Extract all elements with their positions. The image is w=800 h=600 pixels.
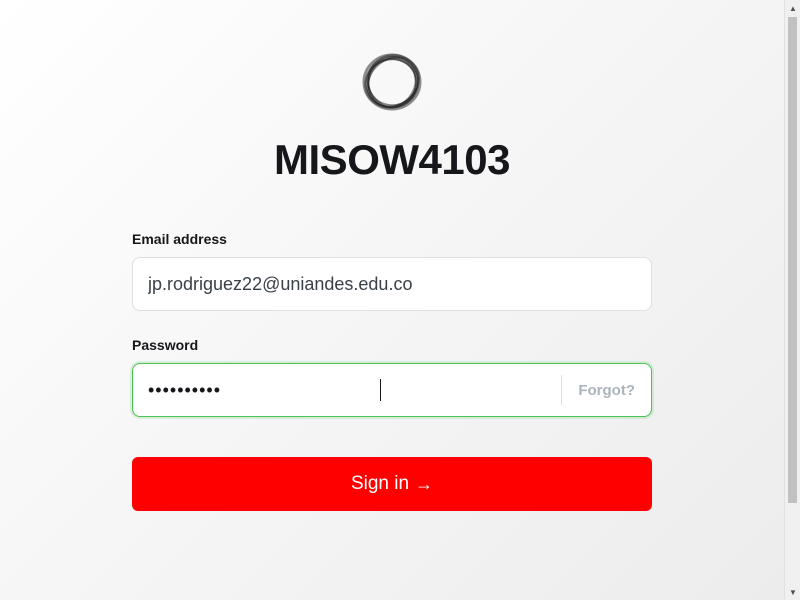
text-caret — [380, 379, 381, 401]
email-field-container — [132, 257, 652, 311]
page-title: MISOW4103 — [274, 136, 510, 183]
sign-in-label: Sign in — [350, 473, 410, 494]
password-field[interactable] — [133, 364, 562, 416]
sign-in-button[interactable]: Sign in → — [132, 457, 652, 511]
arrow-right-icon: → — [415, 473, 434, 494]
ghost-logo-icon — [358, 50, 426, 114]
vertical-scrollbar[interactable]: ▲ ▼ — [784, 0, 800, 600]
email-field[interactable] — [133, 258, 651, 310]
signin-page: MISOW4103 Email address Password Forgot?… — [0, 0, 784, 600]
scroll-up-icon[interactable]: ▲ — [785, 0, 800, 16]
scroll-down-icon[interactable]: ▼ — [785, 584, 800, 600]
email-label: Email address — [132, 231, 227, 247]
password-label: Password — [132, 337, 199, 353]
forgot-password-link[interactable]: Forgot? — [562, 382, 651, 399]
password-field-container: Forgot? — [132, 363, 652, 417]
scrollbar-thumb[interactable] — [788, 17, 797, 503]
